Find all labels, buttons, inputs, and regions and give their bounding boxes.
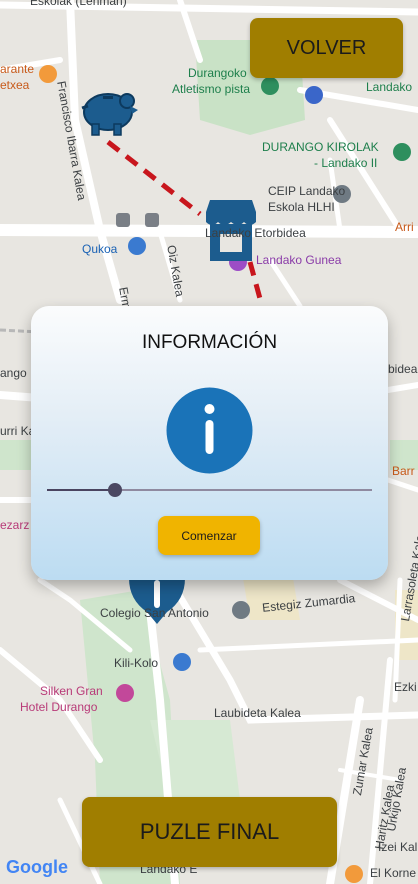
audio-slider[interactable] [47, 483, 372, 497]
map-poi-label: Arri [395, 220, 414, 234]
map-street-label: bidea [388, 362, 418, 376]
map-poi-label: Atletismo pista [172, 82, 251, 96]
map-poi-label: etxea [0, 78, 30, 92]
park-icon [393, 143, 411, 161]
map-street-label: Laubideta Kalea [214, 706, 301, 720]
map-poi-label: Hotel Durango [20, 700, 98, 714]
map-street-label: Landako Etorbidea [205, 226, 306, 240]
map-street-label: Izei Kal [378, 840, 418, 854]
map-poi-label: Silken Gran [40, 684, 103, 698]
hotel-icon [116, 684, 134, 702]
map-poi-label: DURANGO KIROLAK [262, 140, 379, 154]
shop-icon [173, 653, 191, 671]
map-poi-label: - Landako II [314, 156, 378, 170]
restaurant-icon [39, 65, 57, 83]
map-poi-label: Landako [366, 80, 413, 94]
map-poi-label: Colegio San Antonio [100, 606, 209, 620]
map-poi-label: Durangoko [188, 66, 247, 80]
slider-thumb[interactable] [108, 483, 123, 497]
map-poi-label: Qukoa [82, 242, 118, 256]
map-poi-label: El Korne [370, 866, 417, 880]
volver-button[interactable]: VOLVER [250, 18, 403, 78]
google-logo-text: Google [6, 857, 68, 877]
map-poi-label: Landako Gunea [256, 253, 342, 267]
map-poi-label: Barr [392, 464, 415, 478]
parking-icon [305, 86, 323, 104]
map-poi-label: CEIP Landako [268, 184, 346, 198]
map-poi-label: Kili-Kolo [114, 656, 159, 670]
google-logo: Google [6, 857, 68, 878]
puzle-final-button[interactable]: PUZLE FINAL [82, 797, 337, 867]
shop-icon [128, 237, 146, 255]
map-street-label: Ezki [394, 680, 417, 694]
comenzar-button[interactable]: Comenzar [158, 516, 260, 555]
map-poi-label: ezarz [0, 518, 30, 532]
bus-stop-icon [116, 213, 130, 227]
dialog-title: INFORMACIÓN [141, 332, 278, 353]
bus-stop-icon [145, 213, 159, 227]
restaurant-icon [345, 865, 363, 883]
info-icon [166, 387, 253, 474]
map-street-label: Eskolak (Lehman) [30, 0, 127, 8]
park-icon [261, 77, 279, 95]
slider-fill [47, 489, 116, 491]
school-icon [232, 601, 250, 619]
map-poi-label: Eskola HLHI [268, 200, 335, 214]
map-poi-label: arante [0, 62, 35, 76]
map-street-label: ango [0, 366, 27, 380]
info-dialog: INFORMACIÓN Comenzar [31, 306, 388, 580]
